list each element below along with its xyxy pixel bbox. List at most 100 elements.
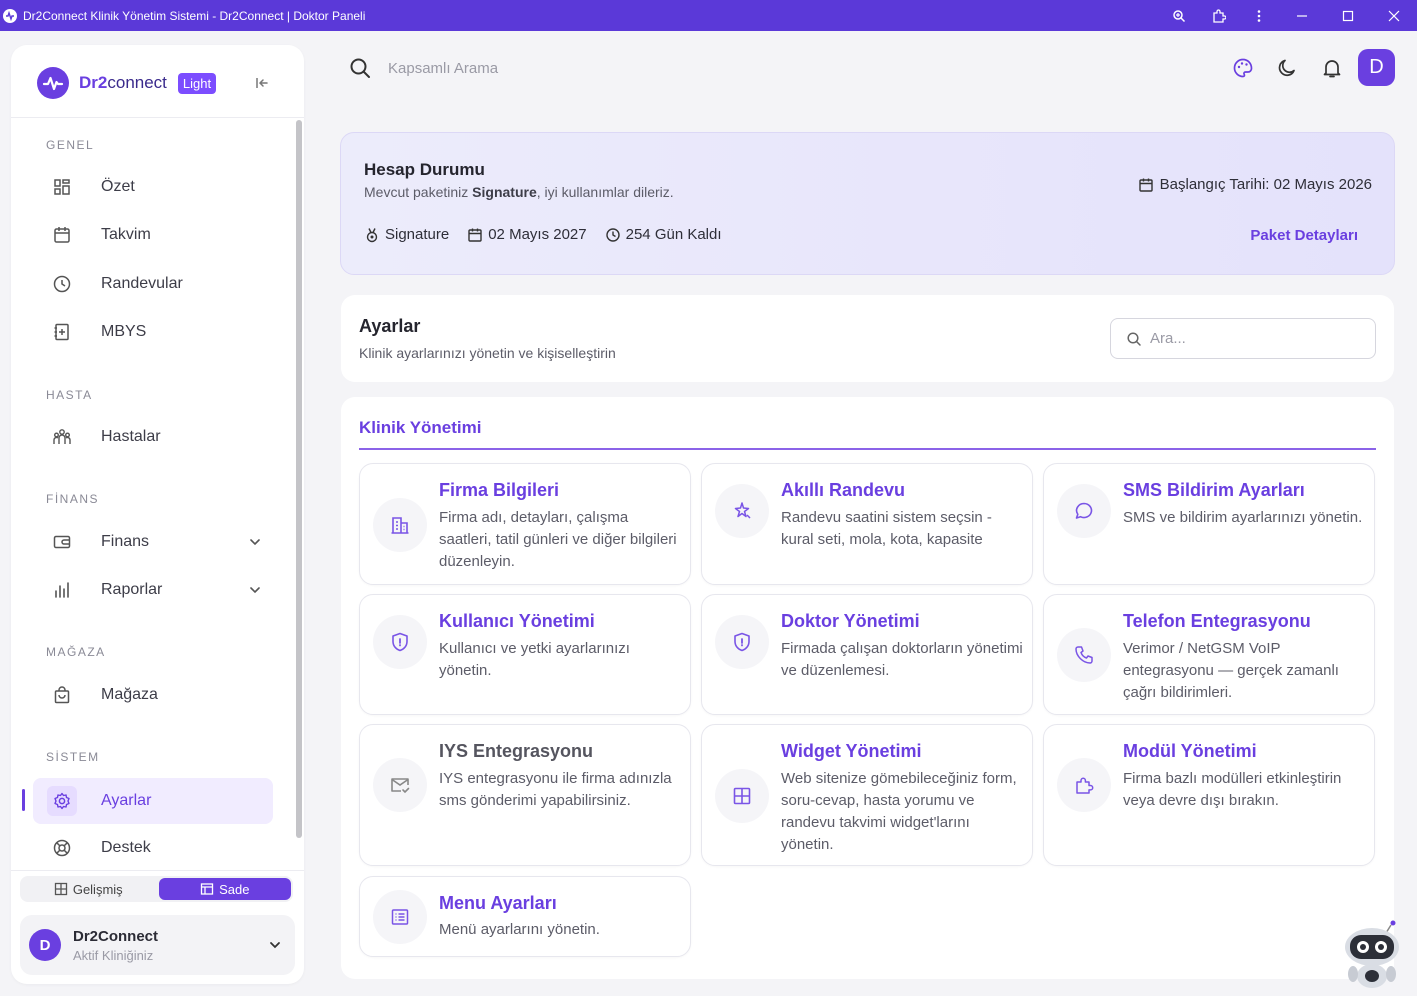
calendar-icon <box>1138 178 1153 192</box>
notebook-icon <box>50 320 74 344</box>
sidebar-item-mbys[interactable]: MBYS <box>33 309 273 355</box>
nav-section-hasta: HASTA <box>46 388 93 402</box>
package-name: Signature <box>364 226 449 243</box>
sidebar-item-destek[interactable]: Destek <box>33 825 273 871</box>
medal-icon <box>366 227 378 242</box>
extensions-icon[interactable] <box>1199 0 1239 31</box>
card-title: Telefon Entegrasyonu <box>1123 611 1311 631</box>
card-menu-ayarlari[interactable]: Menu Ayarları Menü ayarlarını yönetin. <box>359 876 691 957</box>
search-icon[interactable] <box>349 57 371 79</box>
card-description: SMS ve bildirim ayarlarınızı yönetin. <box>1123 509 1363 526</box>
card-title: SMS Bildirim Ayarları <box>1123 480 1305 500</box>
assistant-robot-icon[interactable] <box>1341 918 1403 994</box>
mail-check-icon <box>373 758 427 812</box>
chevron-down-icon <box>250 539 260 546</box>
calendar-icon <box>468 228 482 242</box>
settings-search[interactable] <box>1110 318 1376 359</box>
sidebar-item-hastalar[interactable]: Hastalar <box>33 414 273 460</box>
clinic-avatar: D <box>29 929 61 961</box>
card-telefon-entegrasyonu[interactable]: Telefon Entegrasyonu Verimor / NetGSM Vo… <box>1043 594 1375 715</box>
card-kullanici-yonetimi[interactable]: Kullanıcı Yönetimi Kullanıcı ve yetki ay… <box>359 594 691 715</box>
sidebar-item-ayarlar[interactable]: Ayarlar <box>33 778 273 824</box>
user-avatar[interactable]: D <box>1358 49 1395 86</box>
card-doktor-yonetimi[interactable]: Doktor Yönetimi Firmada çalışan doktorla… <box>701 594 1033 715</box>
card-description: Web sitenize gömebileceğiniz form, soru-… <box>781 770 1017 853</box>
building-icon <box>373 498 427 552</box>
clock-icon <box>605 227 620 242</box>
sidebar-item-label: Randevular <box>101 275 183 292</box>
card-title: Widget Yönetimi <box>781 741 922 761</box>
card-iys-entegrasyonu[interactable]: IYS Entegrasyonu IYS entegrasyonu ile fi… <box>359 724 691 866</box>
brand[interactable]: Dr2connect Light <box>37 67 217 99</box>
patients-icon <box>50 425 74 449</box>
calendar-icon <box>50 223 74 247</box>
card-akilli-randevu[interactable]: Akıllı Randevu Randevu saatini sistem se… <box>701 463 1033 585</box>
card-description: Randevu saatini sistem seçsin - kural se… <box>781 509 992 548</box>
card-title: Doktor Yönetimi <box>781 611 920 631</box>
chat-bubble-icon <box>1057 484 1111 538</box>
settings-header: Ayarlar Klinik ayarlarınızı yönetin ve k… <box>341 295 1394 382</box>
card-title: Kullanıcı Yönetimi <box>439 611 595 631</box>
clinic-switcher[interactable]: D Dr2Connect Aktif Kliniğiniz <box>20 915 295 975</box>
sidebar-item-randevular[interactable]: Randevular <box>33 261 273 307</box>
brand-name: Dr2connect <box>79 73 167 92</box>
card-description: Firmada çalışan doktorların yönetimi ve … <box>781 640 1023 679</box>
view-mode-toggle: Gelişmiş Sade <box>20 876 293 902</box>
package-details-link[interactable]: Paket Detayları <box>1250 227 1358 244</box>
chevron-down-icon <box>270 942 280 949</box>
card-description: Verimor / NetGSM VoIP entegrasyonu — ger… <box>1123 640 1339 701</box>
sidebar-scrollbar[interactable] <box>296 120 302 838</box>
brand-logo-icon <box>37 67 69 99</box>
puzzle-icon <box>1057 758 1111 812</box>
card-firma-bilgileri[interactable]: Firma Bilgileri Firma adı, detayları, ça… <box>359 463 691 585</box>
sidebar-item-finans[interactable]: Finans <box>33 519 273 565</box>
layout-grid-icon <box>715 769 769 823</box>
shield-icon <box>373 615 427 669</box>
sidebar-item-label: Mağaza <box>101 686 158 703</box>
card-title: Menu Ayarları <box>439 893 557 913</box>
search-icon <box>1127 331 1141 346</box>
phone-icon <box>1057 628 1111 682</box>
card-title: Firma Bilgileri <box>439 480 560 500</box>
clinic-name: Dr2Connect <box>73 927 159 945</box>
sidebar-item-ozet[interactable]: Özet <box>33 164 273 210</box>
card-modul-yonetimi[interactable]: Modül Yönetimi Firma bazlı modülleri etk… <box>1043 724 1375 866</box>
sparkle-icon <box>715 484 769 538</box>
sidebar-item-takvim[interactable]: Takvim <box>33 212 273 258</box>
page-subtitle: Klinik ayarlarınızı yönetin ve kişiselle… <box>359 345 616 361</box>
settings-search-input[interactable] <box>1150 330 1350 347</box>
card-sms-bildirim[interactable]: SMS Bildirim Ayarları SMS ve bildirim ay… <box>1043 463 1375 585</box>
dashboard-icon <box>50 175 74 199</box>
mode-simple-button[interactable]: Sade <box>158 878 291 900</box>
gear-icon <box>47 786 77 816</box>
lifebuoy-icon <box>50 836 74 860</box>
shopping-bag-icon <box>50 683 74 707</box>
card-title: Modül Yönetimi <box>1123 741 1257 761</box>
card-title: Akıllı Randevu <box>781 480 906 500</box>
card-description: Menü ayarlarını yönetin. <box>439 921 600 938</box>
maximize-button[interactable] <box>1325 0 1371 31</box>
close-button[interactable] <box>1371 0 1417 31</box>
chevron-down-icon <box>250 587 260 594</box>
more-menu-icon[interactable] <box>1239 0 1279 31</box>
mode-advanced-button[interactable]: Gelişmiş <box>22 878 155 900</box>
card-widget-yonetimi[interactable]: Widget Yönetimi Web sitenize gömebileceğ… <box>701 724 1033 866</box>
sidebar-item-label: Hastalar <box>101 428 161 445</box>
bell-icon[interactable] <box>1320 56 1344 80</box>
palette-icon[interactable] <box>1231 56 1255 80</box>
edition-badge: Light <box>177 72 217 94</box>
global-search-input[interactable] <box>388 57 788 79</box>
minimize-button[interactable] <box>1279 0 1325 31</box>
window-title: Dr2Connect Klinik Yönetim Sistemi - Dr2C… <box>23 8 366 23</box>
account-status-card: Hesap Durumu Mevcut paketiniz Signature,… <box>340 132 1395 275</box>
dark-mode-moon-icon[interactable] <box>1275 56 1299 80</box>
collapse-sidebar-icon[interactable] <box>252 73 272 93</box>
active-indicator <box>22 789 25 811</box>
layout-icon <box>200 883 214 895</box>
sidebar-item-raporlar[interactable]: Raporlar <box>33 567 273 613</box>
grid-icon <box>54 882 67 896</box>
sidebar-item-magaza[interactable]: Mağaza <box>33 672 273 718</box>
zoom-icon[interactable] <box>1159 0 1199 31</box>
sidebar-item-label: Ayarlar <box>101 792 152 809</box>
mode-advanced-label: Gelişmiş <box>72 881 123 897</box>
